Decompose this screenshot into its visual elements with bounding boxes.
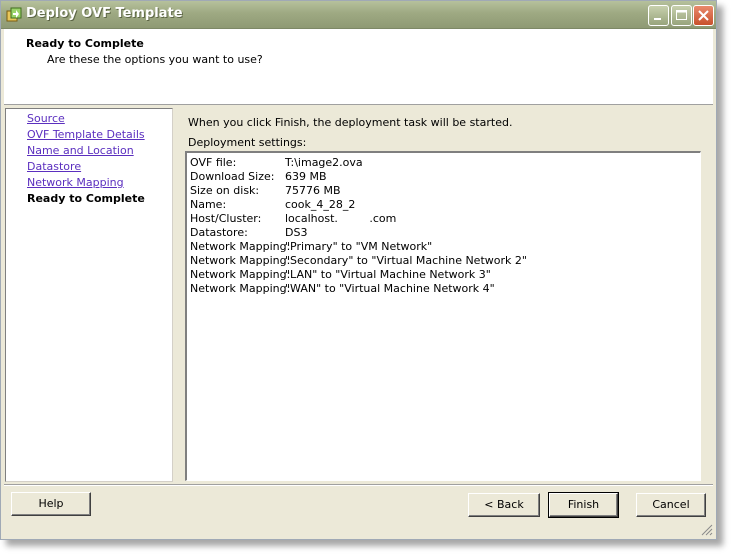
setting-key: Size on disk: — [190, 184, 260, 197]
setting-key: Download Size: — [190, 170, 275, 183]
setting-value: "LAN" to "Virtual Machine Network 3" — [285, 268, 491, 281]
minimize-button[interactable] — [648, 5, 669, 26]
title-bar[interactable]: Deploy OVF Template — [1, 1, 716, 29]
footer-separator — [4, 484, 713, 486]
nav-item-ready-to-complete: Ready to Complete — [27, 192, 145, 205]
setting-value: "Primary" to "VM Network" — [285, 240, 433, 253]
setting-value: 75776 MB — [285, 184, 341, 197]
close-icon — [698, 10, 709, 21]
nav-item-network-mapping[interactable]: Network Mapping — [27, 176, 124, 189]
setting-key: Datastore: — [190, 226, 248, 239]
minimize-icon — [654, 18, 661, 20]
setting-key: Network Mapping: — [190, 282, 291, 295]
setting-key: Network Mapping: — [190, 254, 291, 267]
nav-item-name-and-location[interactable]: Name and Location — [27, 144, 134, 157]
setting-value: T:\image2.ova — [285, 156, 363, 169]
setting-value: cook_4_28_2 — [285, 198, 356, 211]
deploy-ovf-dialog: Deploy OVF Template Ready to Complete Ar… — [0, 0, 717, 540]
back-button[interactable]: < Back — [468, 493, 540, 517]
page-subtitle: Are these the options you want to use? — [47, 53, 263, 66]
setting-value: localhost. .com — [285, 212, 397, 225]
deployment-settings-box[interactable]: OVF file: T:\image2.ova Download Size: 6… — [185, 151, 701, 481]
setting-key: Host/Cluster: — [190, 212, 262, 225]
close-button[interactable] — [693, 5, 714, 26]
setting-key: Network Mapping: — [190, 240, 291, 253]
deployment-settings-label: Deployment settings: — [188, 136, 307, 149]
setting-value: "Secondary" to "Virtual Machine Network … — [285, 254, 527, 267]
wizard-steps-nav: Source OVF Template Details Name and Loc… — [5, 108, 173, 482]
nav-item-ovf-template-details[interactable]: OVF Template Details — [27, 128, 145, 141]
maximize-button[interactable] — [671, 5, 692, 26]
window-title: Deploy OVF Template — [26, 6, 183, 21]
setting-key: Name: — [190, 198, 227, 211]
help-button[interactable]: Help — [11, 492, 91, 516]
finish-info-text: When you click Finish, the deployment ta… — [188, 116, 513, 129]
page-title: Ready to Complete — [26, 37, 144, 50]
nav-item-datastore[interactable]: Datastore — [27, 160, 81, 173]
cancel-button[interactable]: Cancel — [636, 493, 706, 517]
setting-key: OVF file: — [190, 156, 237, 169]
setting-value: 639 MB — [285, 170, 327, 183]
resize-grip-icon[interactable] — [701, 524, 713, 536]
ovf-template-icon — [6, 7, 22, 23]
setting-value: DS3 — [285, 226, 308, 239]
setting-value: "WAN" to "Virtual Machine Network 4" — [285, 282, 495, 295]
nav-item-source[interactable]: Source — [27, 112, 65, 125]
wizard-header: Ready to Complete Are these the options … — [4, 29, 713, 105]
maximize-icon — [676, 10, 687, 20]
setting-key: Network Mapping: — [190, 268, 291, 281]
finish-button[interactable]: Finish — [548, 492, 619, 518]
